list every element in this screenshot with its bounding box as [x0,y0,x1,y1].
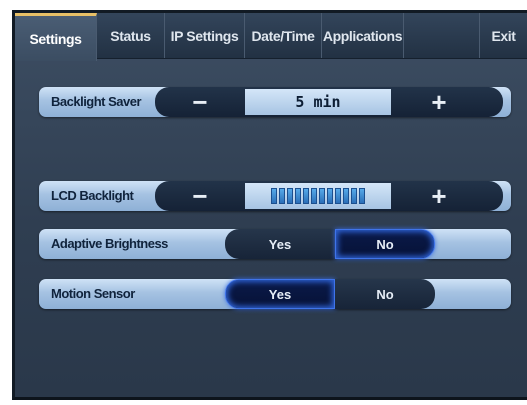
lcd-backlight-level-bar [271,188,365,204]
lcd-level-segment [351,188,357,204]
adaptive-brightness-row: Adaptive Brightness Yes No [39,229,511,259]
lcd-level-segment [279,188,285,204]
lcd-level-segment [303,188,309,204]
tab-empty [404,13,480,58]
tab-bar: Settings Status IP Settings Date/Time Ap… [15,13,527,61]
lcd-level-segment [359,188,365,204]
backlight-saver-decrease-button[interactable]: − [165,87,235,117]
motion-sensor-no-button[interactable]: No [335,279,435,309]
adaptive-brightness-yes-button[interactable]: Yes [225,229,335,259]
adaptive-brightness-label: Adaptive Brightness [51,236,168,251]
motion-sensor-row: Motion Sensor Yes No [39,279,511,309]
lcd-backlight-increase-button[interactable]: + [399,181,479,211]
tab-settings[interactable]: Settings [15,13,97,61]
lcd-level-segment [327,188,333,204]
settings-screen: Settings Status IP Settings Date/Time Ap… [12,10,527,400]
backlight-saver-row: Backlight Saver − 5 min + [39,87,511,117]
lcd-level-segment [335,188,341,204]
motion-sensor-label: Motion Sensor [51,286,135,301]
lcd-level-segment [271,188,277,204]
backlight-saver-value: 5 min [245,89,391,115]
tab-date-time[interactable]: Date/Time [245,13,322,58]
tab-status[interactable]: Status [97,13,165,58]
backlight-saver-stepper: − 5 min + [155,87,503,117]
backlight-saver-label: Backlight Saver [51,94,142,109]
lcd-level-segment [311,188,317,204]
lcd-backlight-level-display [245,183,391,209]
lcd-level-segment [287,188,293,204]
lcd-level-segment [343,188,349,204]
tab-ip-settings[interactable]: IP Settings [165,13,245,58]
lcd-level-segment [295,188,301,204]
motion-sensor-yes-button[interactable]: Yes [225,279,335,309]
tab-applications[interactable]: Applications [322,13,404,58]
lcd-backlight-stepper: − + [155,181,503,211]
tab-exit[interactable]: Exit [480,13,527,58]
lcd-backlight-decrease-button[interactable]: − [165,181,235,211]
lcd-backlight-label: LCD Backlight [51,188,134,203]
lcd-backlight-row: LCD Backlight − + [39,181,511,211]
adaptive-brightness-no-button[interactable]: No [335,229,435,259]
backlight-saver-increase-button[interactable]: + [399,87,479,117]
lcd-level-segment [319,188,325,204]
